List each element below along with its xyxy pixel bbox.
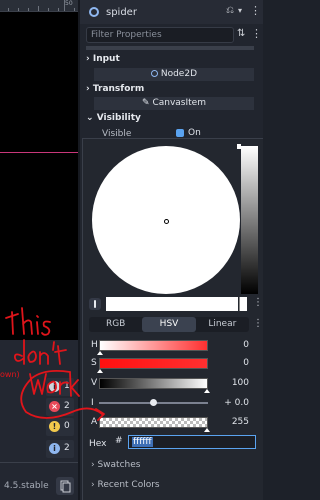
visible-checkbox[interactable]	[176, 129, 184, 137]
copy-icon	[60, 480, 71, 493]
color-picker-popup: ⋮ RGB HSV Linear ⋮ H 0 S 0 V 100 I + 0.0…	[82, 138, 263, 500]
tab-hsv[interactable]: HSV	[142, 317, 196, 332]
wheel-cursor[interactable]	[164, 219, 169, 224]
more-icon[interactable]: ⋮	[253, 318, 263, 329]
node2d-icon	[89, 7, 99, 17]
output-panel: own) i 1 × 2 ! 0 i 2	[0, 340, 80, 500]
visible-value: On	[188, 128, 201, 138]
chevron-right-icon: ›	[86, 84, 90, 94]
section-transform[interactable]: › Transform	[86, 84, 254, 94]
h-knob[interactable]	[97, 351, 103, 355]
warning-filter-button[interactable]: ! 0	[46, 418, 74, 436]
node-name: spider	[106, 7, 137, 18]
guide-line	[0, 152, 80, 153]
tab-rgb[interactable]: RGB	[89, 317, 142, 332]
recent-colors-section[interactable]: › Recent Colors	[91, 480, 160, 490]
sort-icon[interactable]: ⇅	[237, 28, 245, 39]
chevron-down-icon[interactable]: ▾	[238, 6, 242, 15]
hex-input[interactable]: ffffff	[128, 435, 256, 449]
s-label: S	[91, 358, 97, 368]
hex-label: Hex	[89, 439, 107, 449]
tab-linear[interactable]: Linear	[196, 317, 249, 332]
more-icon[interactable]: ⋮	[250, 4, 261, 17]
i-value[interactable]: + 0.0	[211, 398, 249, 408]
mode-tabs: RGB HSV Linear	[89, 317, 249, 332]
a-label: A	[91, 417, 98, 427]
color-preview	[106, 297, 238, 311]
warning-icon: !	[49, 421, 60, 432]
s-slider[interactable]	[99, 358, 208, 369]
h-label: H	[91, 340, 98, 350]
debug-icon: i	[49, 443, 60, 454]
pencil-icon: ✎	[142, 98, 150, 108]
history-icon[interactable]: ⎌	[226, 5, 234, 16]
section-input[interactable]: › Input	[86, 54, 254, 64]
i-knob[interactable]	[150, 399, 157, 406]
hash-toggle-button[interactable]: #	[115, 436, 123, 446]
a-value[interactable]: 255	[211, 417, 249, 427]
error-filter-button[interactable]: × 2	[46, 398, 74, 416]
eyedropper-button[interactable]	[89, 298, 101, 310]
value-strip-marker[interactable]	[237, 144, 241, 149]
previous-color	[239, 297, 247, 311]
more-icon[interactable]: ⋮	[253, 297, 263, 308]
hex-value: ffffff	[132, 437, 153, 447]
canvas-viewport[interactable]: 50	[0, 0, 80, 340]
ruler-label: 50	[65, 0, 73, 7]
info-icon: i	[49, 381, 60, 392]
eyedropper-icon	[94, 300, 96, 308]
s-value[interactable]: 0	[211, 358, 249, 368]
horizontal-ruler: 50	[0, 0, 80, 12]
debug-filter-button[interactable]: i 2	[46, 440, 74, 458]
i-label: I	[91, 398, 94, 408]
more-icon[interactable]: ⋮	[251, 27, 262, 40]
subsection-node2d[interactable]: Node2D	[94, 68, 254, 81]
section-visibility[interactable]: ⌄ Visibility	[86, 113, 254, 123]
swatches-section[interactable]: › Swatches	[91, 460, 140, 470]
h-slider[interactable]	[99, 340, 208, 351]
inspector-header: spider ⎌ ▾ ⋮	[80, 0, 263, 24]
a-knob[interactable]	[204, 428, 210, 432]
v-slider[interactable]	[99, 378, 208, 389]
a-slider[interactable]	[99, 417, 208, 428]
node2d-icon	[150, 70, 158, 77]
copy-version-button[interactable]	[56, 477, 74, 495]
v-knob[interactable]	[204, 389, 210, 393]
v-label: V	[91, 378, 98, 388]
output-text: own)	[0, 370, 20, 379]
value-strip[interactable]	[241, 146, 258, 294]
s-knob[interactable]	[97, 369, 103, 373]
h-value[interactable]: 0	[211, 340, 249, 350]
chevron-right-icon: ›	[86, 54, 90, 64]
chevron-down-icon: ⌄	[86, 113, 94, 123]
subsection-canvasitem[interactable]: ✎ CanvasItem	[94, 97, 254, 110]
filter-properties-input[interactable]: Filter Properties	[86, 27, 234, 43]
version-label: 4.5.stable	[4, 481, 49, 491]
error-icon: ×	[49, 401, 60, 412]
v-value[interactable]: 100	[211, 378, 249, 388]
info-filter-button[interactable]: i 1	[46, 378, 74, 396]
hsv-wheel[interactable]	[92, 146, 240, 294]
